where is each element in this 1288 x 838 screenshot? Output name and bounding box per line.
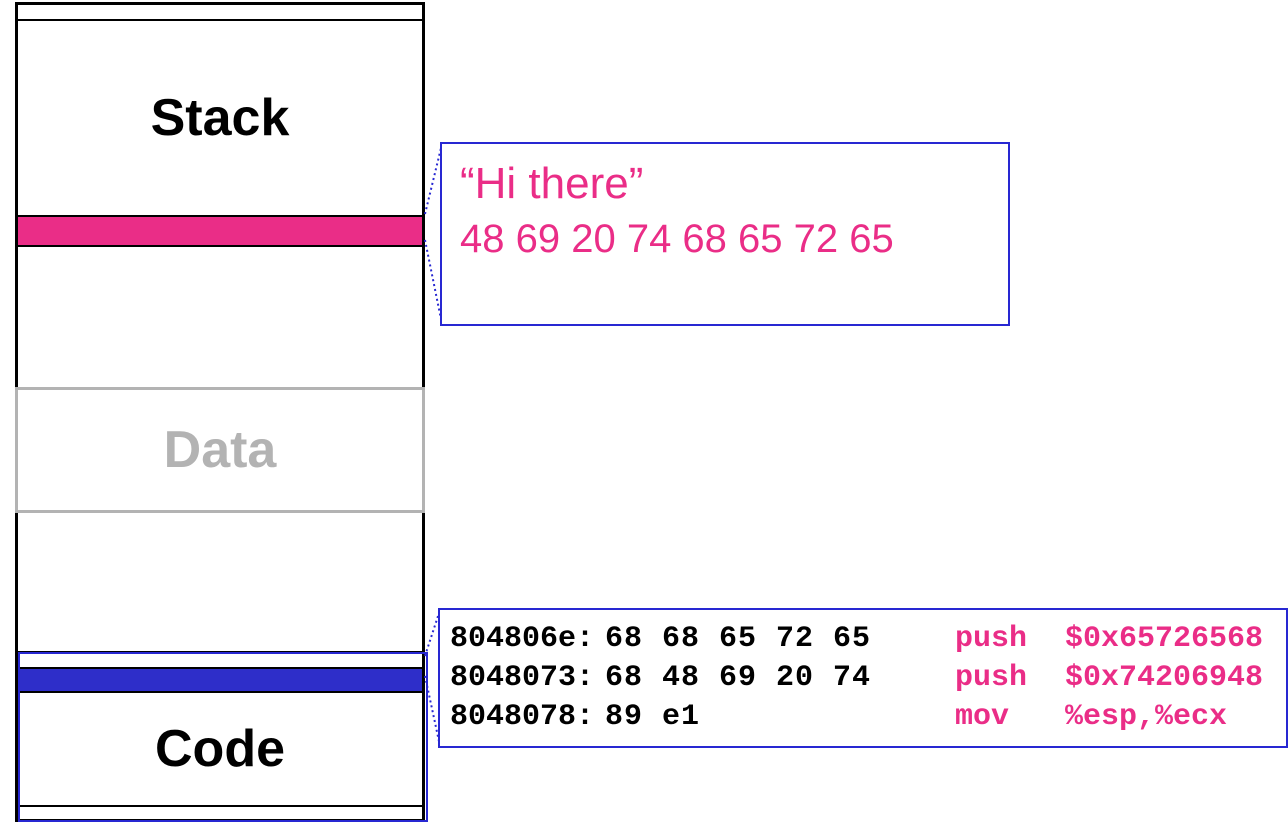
string-hex: 48 69 20 74 68 65 72 65 [460,211,990,267]
stack-data-bar [18,217,422,247]
disasm-mnemonic: push [955,659,1065,698]
disasm-addr: 8048073: [450,659,605,698]
disassembly-table: 804806e: 68 68 65 72 65 push $0x65726568… [450,620,1263,737]
disasm-row: 8048073: 68 48 69 20 74 push $0x74206948 [450,659,1263,698]
memory-layout-column: Stack Data Code [15,2,425,822]
gap-2 [18,513,422,651]
gap-1 [18,247,422,387]
string-callout: “Hi there” 48 69 20 74 68 65 72 65 [440,142,1010,326]
bottom-sliver [18,807,422,821]
stack-label: Stack [151,88,290,148]
disasm-bytes: 68 48 69 20 74 [605,659,955,698]
code-top-sliver [18,651,422,669]
data-segment: Data [15,387,425,513]
code-label: Code [155,719,285,779]
disasm-bytes: 68 68 65 72 65 [605,620,955,659]
code-segment: Code [18,693,422,807]
top-sliver [18,5,422,21]
data-label: Data [164,420,277,480]
disasm-row: 804806e: 68 68 65 72 65 push $0x65726568 [450,620,1263,659]
disasm-args: $0x74206948 [1065,659,1263,698]
disasm-addr: 804806e: [450,620,605,659]
code-instruction-bar [18,669,422,693]
disasm-args: %esp,%ecx [1065,698,1263,737]
stack-segment: Stack [18,21,422,217]
disasm-mnemonic: push [955,620,1065,659]
disasm-args: $0x65726568 [1065,620,1263,659]
disasm-addr: 8048078: [450,698,605,737]
disasm-row: 8048078: 89 e1 mov %esp,%ecx [450,698,1263,737]
string-text: “Hi there” [460,158,990,211]
disasm-bytes: 89 e1 [605,698,955,737]
disassembly-callout: 804806e: 68 68 65 72 65 push $0x65726568… [438,608,1288,748]
disasm-mnemonic: mov [955,698,1065,737]
